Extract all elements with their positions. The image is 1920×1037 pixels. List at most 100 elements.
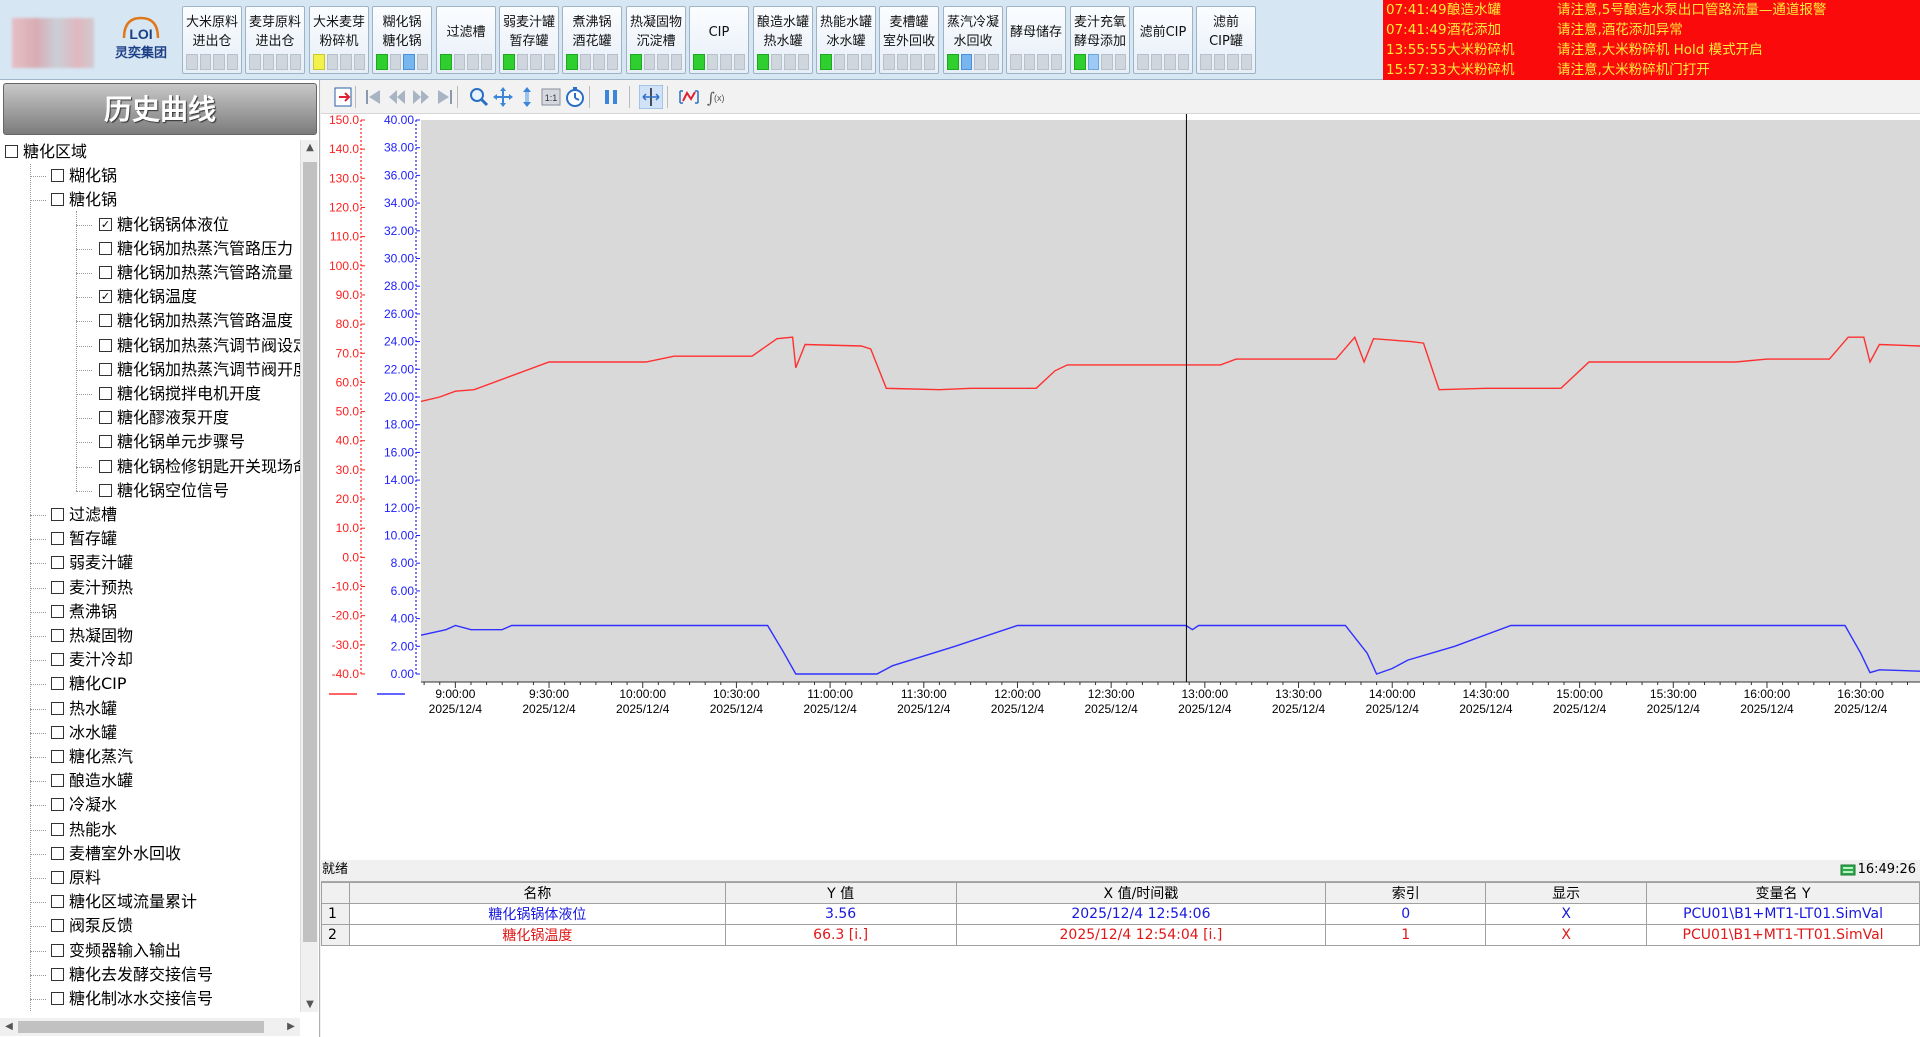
- checkbox[interactable]: [51, 895, 64, 908]
- checkbox[interactable]: [99, 435, 112, 448]
- nav-button-5[interactable]: 弱麦汁罐 暂存罐: [499, 6, 559, 74]
- checkbox[interactable]: [51, 702, 64, 715]
- checkbox[interactable]: [51, 919, 64, 932]
- alarm-row[interactable]: 07:41:49 酒花添加 请注意,酒花添加异常: [1383, 20, 1920, 40]
- zoom-y-icon[interactable]: [515, 85, 539, 109]
- nav-button-2[interactable]: 大米麦芽 粉碎机: [309, 6, 369, 74]
- alarm-list[interactable]: 07:41:49 酿造水罐 请注意,5号酿造水泵出口管路流量—通道报警 07:41:4…: [1383, 0, 1920, 80]
- nav-button-6[interactable]: 煮沸锅 酒花罐: [562, 6, 622, 74]
- checkbox[interactable]: [99, 460, 112, 473]
- tree-vertical-scrollbar[interactable]: ▲ ▼: [300, 140, 318, 1012]
- alarm-row[interactable]: 07:41:49 酿造水罐 请注意,5号酿造水泵出口管路流量—通道报警: [1383, 0, 1920, 20]
- next-icon[interactable]: [409, 85, 433, 109]
- checked-checkbox[interactable]: ✓: [99, 218, 112, 231]
- nav-button-7[interactable]: 热凝固物 沉淀槽: [626, 6, 686, 74]
- ruler-icon[interactable]: [638, 84, 664, 110]
- pan-icon[interactable]: [491, 85, 515, 109]
- checkbox[interactable]: [51, 750, 64, 763]
- status-indicator: [480, 54, 492, 70]
- checkbox[interactable]: [51, 169, 64, 182]
- grid-row[interactable]: 1 糖化锅锅体液位 3.56 2025/12/4 12:54:06 0 X PCU01\B1…: [321, 903, 1920, 925]
- checkbox[interactable]: [51, 774, 64, 787]
- zoom-icon[interactable]: [467, 85, 491, 109]
- nav-button-4[interactable]: 过滤槽: [436, 6, 496, 74]
- grid-cell-idx: 2: [321, 924, 350, 946]
- grid-header-cell[interactable]: 变量名 Y: [1646, 882, 1920, 904]
- grid-header-cell[interactable]: Y 值: [724, 882, 957, 904]
- nav-button-13[interactable]: 酵母储存: [1006, 6, 1066, 74]
- checked-checkbox[interactable]: ✓: [99, 290, 112, 303]
- grid-header-cell[interactable]: [321, 882, 350, 904]
- checkbox[interactable]: [51, 823, 64, 836]
- alarm-row[interactable]: 15:57:33 大米粉碎机 请注意,大米粉碎机门打开: [1383, 60, 1920, 80]
- checkbox[interactable]: [99, 484, 112, 497]
- nav-button-15[interactable]: 滤前CIP: [1133, 6, 1193, 74]
- checkbox[interactable]: [51, 992, 64, 1005]
- checkbox[interactable]: [51, 798, 64, 811]
- grid-row[interactable]: 2 糖化锅温度 66.3 [i.] 2025/12/4 12:54:04 [i.] 1 X…: [321, 924, 1920, 946]
- scroll-up-icon[interactable]: ▲: [301, 142, 319, 153]
- checkbox[interactable]: [99, 242, 112, 255]
- checkbox[interactable]: [99, 314, 112, 327]
- checkbox[interactable]: [51, 847, 64, 860]
- tree-guide-line: [30, 515, 46, 516]
- nav-button-1[interactable]: 麦芽原料 进出仓: [245, 6, 305, 74]
- checkbox[interactable]: [51, 726, 64, 739]
- nav-button-0[interactable]: 大米原料 进出仓: [182, 6, 242, 74]
- prev-icon[interactable]: [385, 85, 409, 109]
- nav-button-8[interactable]: CIP: [689, 6, 749, 74]
- tree-guide-line: [30, 878, 46, 879]
- grid-header-cell[interactable]: 索引: [1325, 882, 1487, 904]
- checkbox[interactable]: [51, 581, 64, 594]
- nav-button-3[interactable]: 糊化锅 糖化锅: [372, 6, 432, 74]
- checkbox[interactable]: [99, 266, 112, 279]
- checkbox[interactable]: [51, 193, 64, 206]
- export-icon[interactable]: [331, 85, 355, 109]
- checkbox[interactable]: [51, 968, 64, 981]
- formula-icon[interactable]: ∫ (x): [703, 85, 727, 109]
- last-icon[interactable]: [433, 85, 457, 109]
- grid-header-cell[interactable]: X 值/时间戳: [955, 882, 1327, 904]
- checkbox[interactable]: [51, 871, 64, 884]
- checkbox[interactable]: [99, 363, 112, 376]
- original-scale-icon[interactable]: 1:1: [539, 85, 563, 109]
- svg-text:(x): (x): [714, 93, 725, 103]
- checkbox[interactable]: [51, 944, 64, 957]
- checkbox[interactable]: [5, 145, 18, 158]
- checkbox[interactable]: [51, 677, 64, 690]
- checkbox[interactable]: [99, 339, 112, 352]
- checkbox[interactable]: [51, 629, 64, 642]
- grid-header-cell[interactable]: 名称: [348, 882, 726, 904]
- first-icon[interactable]: [361, 85, 385, 109]
- alarm-row[interactable]: 13:55:55 大米粉碎机 请注意,大米粉碎机 Hold 模式开启: [1383, 40, 1920, 60]
- nav-button-16[interactable]: 滤前 CIP罐: [1196, 6, 1256, 74]
- status-indicators: [1137, 54, 1189, 70]
- pause-icon[interactable]: [599, 85, 623, 109]
- status-indicator: [503, 54, 515, 70]
- checkbox[interactable]: [51, 605, 64, 618]
- scroll-thumb[interactable]: [303, 162, 317, 942]
- nav-button-9[interactable]: 酿造水罐 热水罐: [753, 6, 813, 74]
- trend-chart-area[interactable]: 150.0 140.0 130.0 120.0 110.0 100.0 90.0 80.0 70…: [321, 114, 1920, 860]
- trend-select-icon[interactable]: [677, 85, 701, 109]
- scroll-right-icon[interactable]: ▶: [282, 1018, 300, 1036]
- checkbox[interactable]: [99, 411, 112, 424]
- status-indicator: [579, 54, 591, 70]
- nav-button-10[interactable]: 热能水罐 冰水罐: [816, 6, 876, 74]
- nav-button-12[interactable]: 蒸汽冷凝 水回收: [943, 6, 1003, 74]
- checkbox[interactable]: [51, 556, 64, 569]
- checkbox[interactable]: [99, 387, 112, 400]
- trend-chart[interactable]: 150.0 140.0 130.0 120.0 110.0 100.0 90.0 80.0 70…: [321, 114, 1920, 860]
- grid-header-cell[interactable]: 显示: [1485, 882, 1648, 904]
- scroll-thumb[interactable]: [18, 1021, 264, 1033]
- scroll-down-icon[interactable]: ▼: [301, 999, 319, 1010]
- checkbox[interactable]: [51, 532, 64, 545]
- nav-button-11[interactable]: 麦槽罐 室外回收: [879, 6, 939, 74]
- tree-horizontal-scrollbar[interactable]: ◀ ▶: [0, 1018, 300, 1036]
- nav-button-14[interactable]: 麦汁充氧 酵母添加: [1070, 6, 1130, 74]
- checkbox[interactable]: [51, 653, 64, 666]
- scroll-left-icon[interactable]: ◀: [0, 1018, 18, 1036]
- user-avatar: [12, 18, 94, 68]
- clock-icon[interactable]: [563, 85, 587, 109]
- checkbox[interactable]: [51, 508, 64, 521]
